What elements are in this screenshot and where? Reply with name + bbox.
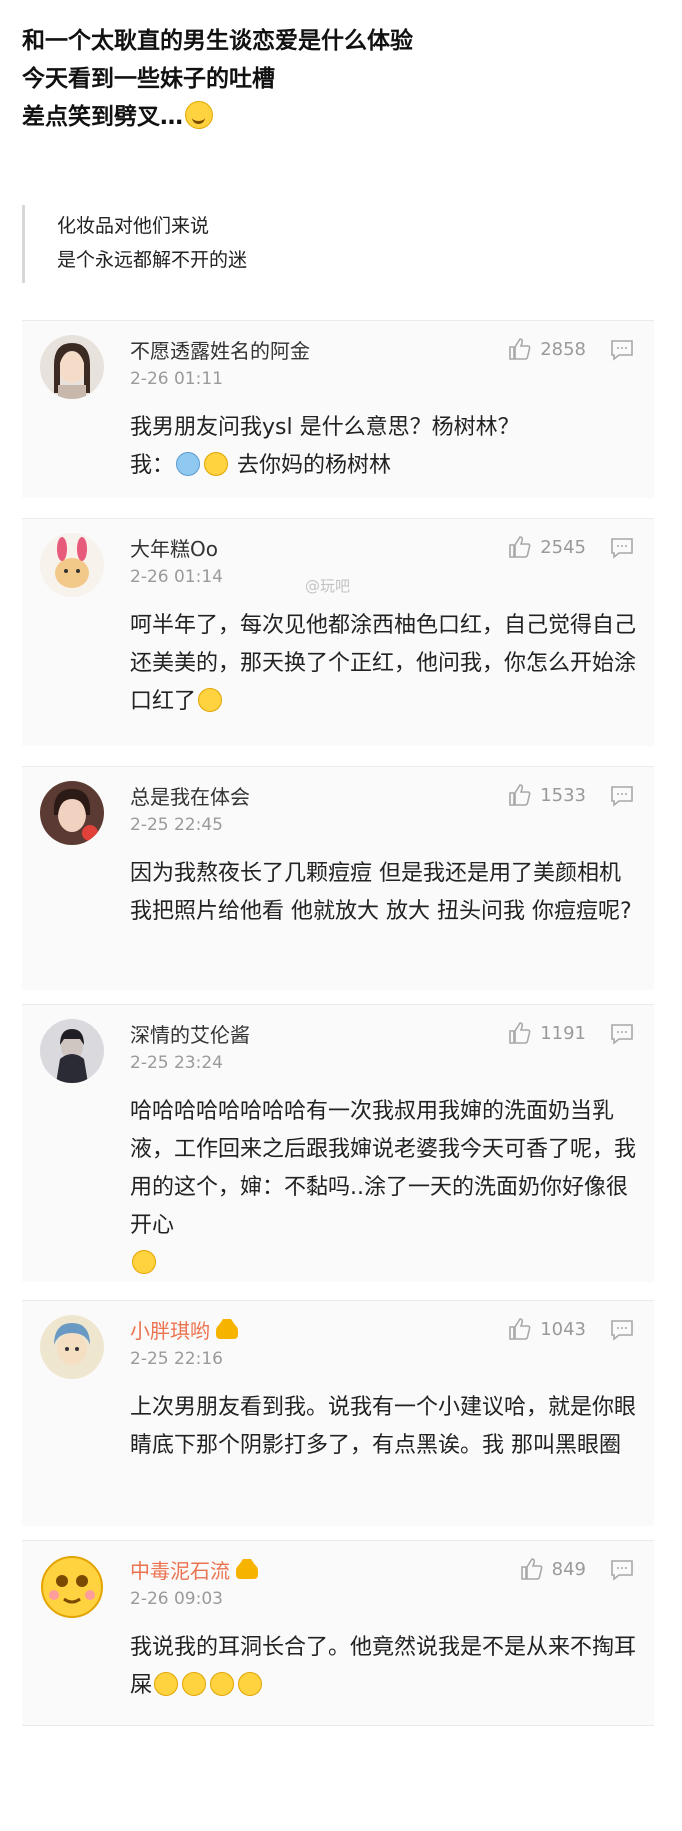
thumbs-up-icon [509,784,531,806]
vip-crown-icon [216,1319,238,1339]
emoji-icon [176,452,201,476]
comment-text: 呵半年了，每次见他都涂西柚色口红，自己觉得自己还美美的，那天换了个正红，他问我，… [130,607,640,721]
comment-time: 2-25 23:24 [130,1053,223,1073]
avatar[interactable] [40,1555,104,1619]
clapping-emoji-icon [154,1672,179,1696]
thumbs-up-icon [520,1558,543,1580]
comment-time: 2-25 22:16 [130,1349,223,1369]
like-count: 2858 [540,338,586,360]
comment-username[interactable]: 深情的艾伦酱 [130,1019,250,1048]
intro-line-3-text: 差点笑到劈叉… [22,104,183,130]
thumbs-up-icon [509,1318,531,1340]
thumbs-up-icon [509,338,531,360]
avatar[interactable] [40,1019,104,1083]
comment-username[interactable]: 中毒泥石流 [130,1555,258,1584]
comment-text-line-2-prefix: 我： [130,453,175,478]
smile-emoji-icon [198,688,223,712]
comment-username[interactable]: 小胖琪哟 [130,1315,238,1344]
comment-username[interactable]: 大年糕Oo [130,533,218,562]
quote-block: 化妆品对他们来说 是个永远都解不开的迷 [22,205,662,283]
smile-emoji-icon [132,1250,156,1274]
watermark: @玩吧 [305,577,351,595]
clapping-emoji-icon [182,1672,207,1696]
comment-time: 2-26 09:03 [130,1589,223,1609]
reply-icon[interactable] [610,1319,634,1341]
comment-time: 2-26 01:14 [130,567,223,587]
emoji-icon [204,452,229,476]
comment-card: 中毒泥石流 2-26 09:03 849 我说我的耳洞长合了。他竟然说我是不是从… [22,1540,654,1726]
reply-icon[interactable] [610,1023,634,1045]
comment-text: 上次男朋友看到我。说我有一个小建议哈，就是你眼睛底下那个阴影打多了，有点黑诶。我… [130,1395,637,1458]
comment-text: 因为我熬夜长了几颗痘痘 但是我还是用了美颜相机 我把照片给他看 他就放大 放大 … [130,861,632,924]
comment-card: 总是我在体会 2-25 22:45 1533 因为我熬夜长了几颗痘痘 但是我还是… [22,766,654,990]
avatar[interactable] [40,335,104,399]
comment-text-body: 我说我的耳洞长合了。他竟然说我是不是从来不掏耳屎 [130,1635,637,1698]
intro-line-1: 和一个太耿直的男生谈恋爱是什么体验 [22,28,413,54]
intro-line-2: 今天看到一些妹子的吐槽 [22,66,275,92]
avatar[interactable] [40,1315,104,1379]
comment-username-text: 小胖琪哟 [130,1319,210,1343]
reply-icon[interactable] [610,1559,634,1581]
comment-card: 大年糕Oo 2-26 01:14 2545 呵半年了，每次见他都涂西柚色口红，自… [22,518,654,746]
vip-crown-icon [236,1559,258,1579]
comment-text: 我男朋友问我ysl 是什么意思？杨树林？ 我： 去你妈的杨树林 [130,409,640,485]
comment-card: 小胖琪哟 2-25 22:16 1043 上次男朋友看到我。说我有一个小建议哈，… [22,1300,654,1526]
reply-icon[interactable] [610,785,634,807]
comment-time: 2-25 22:45 [130,815,223,835]
comment-text-line-2-suffix: 去你妈的杨树林 [237,453,392,478]
comment-text-body: 哈哈哈哈哈哈哈哈有一次我叔用我婶的洗面奶当乳液，工作回来之后跟我婶说老婆我今天可… [130,1099,637,1238]
comment-card: 深情的艾伦酱 2-25 23:24 1191 哈哈哈哈哈哈哈哈有一次我叔用我婶的… [22,1004,654,1282]
like-button[interactable]: 1533 [508,783,586,807]
like-button[interactable]: 1043 [508,1317,586,1341]
comment-text-line-1: 我男朋友问我ysl 是什么意思？杨树林？ [130,415,520,440]
avatar[interactable] [40,533,104,597]
comment-time: 2-26 01:11 [130,369,223,389]
like-button[interactable]: 2858 [508,337,586,361]
like-button[interactable]: 2545 [508,535,586,559]
like-button[interactable]: 1191 [508,1021,586,1045]
reply-icon[interactable] [610,339,634,361]
quote-line-1: 化妆品对他们来说 [57,215,210,237]
comment-username[interactable]: 不愿透露姓名的阿金 [130,335,310,364]
like-count: 2545 [540,536,586,558]
avatar[interactable] [40,781,104,845]
post-intro: 和一个太耿直的男生谈恋爱是什么体验 今天看到一些妹子的吐槽 差点笑到劈叉… [22,22,413,136]
laughing-tears-emoji-icon [185,101,213,129]
comment-card: 不愿透露姓名的阿金 2-26 01:11 2858 我男朋友问我ysl 是什么意… [22,320,654,498]
like-count: 849 [551,1558,586,1580]
thumbs-up-icon [509,1022,531,1044]
clapping-emoji-icon [238,1672,263,1696]
comment-username[interactable]: 总是我在体会 [130,781,250,810]
comment-text: 我说我的耳洞长合了。他竟然说我是不是从来不掏耳屎 [130,1629,640,1705]
comment-text: 哈哈哈哈哈哈哈哈有一次我叔用我婶的洗面奶当乳液，工作回来之后跟我婶说老婆我今天可… [130,1093,640,1283]
like-count: 1043 [540,1318,586,1340]
like-button[interactable]: 849 [520,1557,586,1581]
like-count: 1533 [540,784,586,806]
intro-line-3: 差点笑到劈叉… [22,98,413,136]
quote-line-2: 是个永远都解不开的迷 [57,249,248,271]
clapping-emoji-icon [210,1672,235,1696]
comment-username-text: 中毒泥石流 [130,1559,230,1583]
reply-icon[interactable] [610,537,634,559]
like-count: 1191 [540,1022,586,1044]
thumbs-up-icon [509,536,531,558]
